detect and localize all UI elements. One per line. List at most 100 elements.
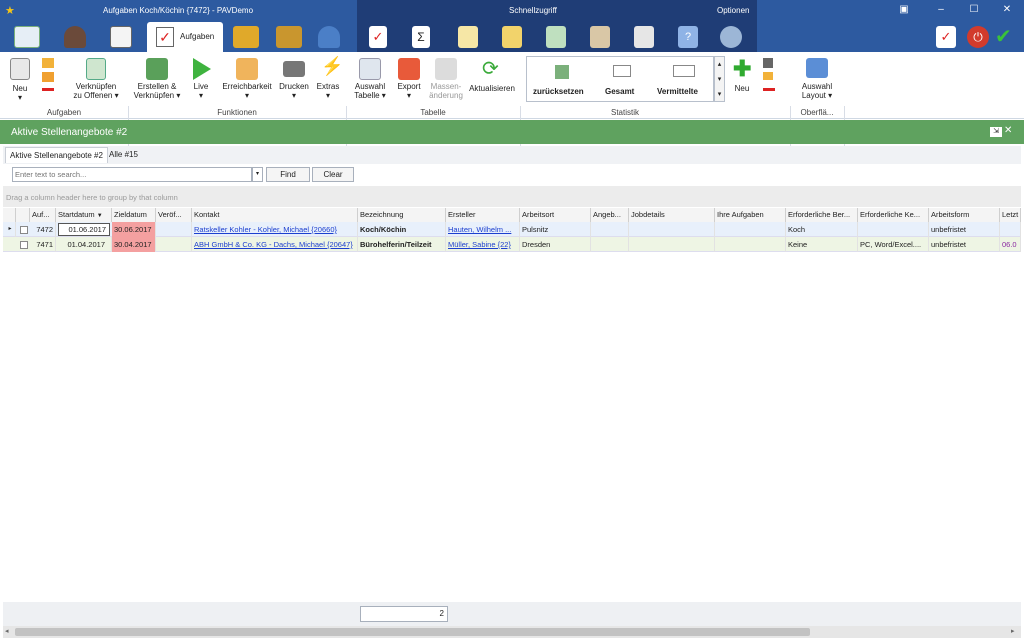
remove-icon[interactable] <box>763 88 775 91</box>
row-checkbox[interactable] <box>20 241 28 249</box>
row-count: 2 <box>360 606 448 622</box>
column-header[interactable]: Bezeichnung <box>358 208 446 222</box>
panel-close-icon[interactable]: ✕ <box>1004 125 1012 136</box>
zuruecksetzen-button[interactable]: zurücksetzen <box>533 87 584 96</box>
group-by-area[interactable]: Drag a column header here to group by th… <box>3 186 1021 207</box>
coins-icon[interactable] <box>233 26 259 48</box>
scroll-left-icon[interactable]: ◂ <box>5 627 9 635</box>
refresh-list-icon[interactable] <box>546 26 566 48</box>
creator-link[interactable]: Hauten, Wilhelm ... <box>446 222 520 237</box>
vermittelte-button[interactable]: Vermittelte <box>657 87 698 96</box>
cell-id: 7471 <box>30 237 56 252</box>
tab-alle[interactable]: Alle #15 <box>105 147 142 163</box>
person-icon[interactable] <box>64 26 86 48</box>
zu-offenen-label: zu Offenen <box>73 91 113 100</box>
cell-letzt: 06.0 <box>1000 237 1021 252</box>
column-header[interactable]: Zieldatum <box>112 208 156 222</box>
start-date-editor[interactable]: 01.06.2017 <box>58 223 110 236</box>
help-icon[interactable]: ? <box>678 26 698 48</box>
column-header[interactable]: Angeb... <box>591 208 629 222</box>
live-button[interactable]: Live ▾ <box>186 82 216 100</box>
column-header[interactable]: Erforderliche Ke... <box>858 208 929 222</box>
settings-gear-icon[interactable] <box>720 26 742 48</box>
note-icon[interactable] <box>458 26 478 48</box>
aktualisieren-button[interactable]: Aktualisieren <box>466 84 518 93</box>
tab-aufgaben[interactable]: ✓ Aufgaben <box>147 22 223 53</box>
auswahl-layout-button[interactable]: Auswahl Layout ▾ <box>796 82 838 100</box>
panel-header: Aktive Stellenangebote #2 ⇲ ✕ <box>0 120 1024 144</box>
copy-icon[interactable] <box>42 72 54 82</box>
tab-aktive-stellenangebote[interactable]: Aktive Stellenangebote #2 <box>5 147 108 163</box>
report-icon[interactable] <box>502 26 522 48</box>
link-task-icon <box>86 58 106 80</box>
lightning-icon: ⚡ <box>321 56 344 76</box>
scrollbar-thumb[interactable] <box>15 628 810 636</box>
column-header[interactable]: Erforderliche Ber... <box>786 208 858 222</box>
calendar-icon[interactable] <box>14 26 40 48</box>
row-checkbox[interactable] <box>20 226 28 234</box>
close-button[interactable]: ✕ <box>999 3 1015 17</box>
edit-icon[interactable] <box>763 72 773 80</box>
power-icon[interactable]: ⏻ <box>967 26 989 48</box>
live-label: Live <box>193 82 209 91</box>
neu2-button[interactable]: Neu <box>728 84 756 93</box>
save-icon[interactable] <box>763 58 773 68</box>
scroll-right-icon[interactable]: ▸ <box>1011 627 1015 635</box>
maximize-button[interactable]: ☐ <box>966 3 982 17</box>
edit-list-icon[interactable] <box>590 26 610 48</box>
group-label-aufgaben: Aufgaben <box>46 108 82 117</box>
date-icon[interactable] <box>110 26 132 48</box>
auswahl-tabelle-button[interactable]: Auswahl Tabelle ▾ <box>350 82 390 100</box>
search-input[interactable] <box>12 167 252 182</box>
column-header[interactable]: Arbeitsform <box>929 208 1000 222</box>
ribbon: Neu ▾ Verknüpfen zu Offenen ▾ Aufgaben Ers… <box>0 52 1024 169</box>
cell-zieldatum: 30.04.2017 <box>112 237 156 252</box>
column-header[interactable]: Veröf... <box>156 208 192 222</box>
contact-link[interactable]: Ratskeller Kohler - Kohler, Michael {206… <box>192 222 358 237</box>
gesamt-button[interactable]: Gesamt <box>605 87 634 96</box>
find-button[interactable]: Find <box>266 167 310 182</box>
pencil-icon[interactable] <box>42 58 54 68</box>
options-label[interactable]: Optionen <box>717 6 749 15</box>
tabelle-label: Tabelle <box>354 91 380 100</box>
cell-bezeichnung: Koch/Köchin <box>358 222 446 237</box>
task-icon[interactable]: ✓ <box>369 26 387 48</box>
creator-link[interactable]: Müller, Sabine {22} <box>446 237 520 252</box>
horizontal-scrollbar[interactable]: ◂ ▸ <box>3 626 1021 638</box>
user-icon[interactable] <box>318 26 340 48</box>
column-header[interactable]: Ihre Aufgaben <box>715 208 786 222</box>
column-header[interactable]: Arbeitsort <box>520 208 591 222</box>
quick-access-label: Schnellzugriff <box>509 6 557 15</box>
new-task-icon <box>10 58 30 80</box>
box-icon[interactable] <box>276 26 302 48</box>
column-header[interactable]: Kontakt <box>192 208 358 222</box>
checklist-icon[interactable] <box>634 26 654 48</box>
verknuepfen-button[interactable]: Verknüpfen zu Offenen ▾ <box>70 82 122 100</box>
total-stat-icon <box>613 65 631 77</box>
sum-icon[interactable]: Σ <box>412 26 430 48</box>
cell-zieldatum: 30.06.2017 <box>112 222 156 237</box>
column-header[interactable]: Jobdetails <box>629 208 715 222</box>
column-header[interactable]: Auf... <box>30 208 56 222</box>
massenaenderung-button[interactable]: Massen-änderung <box>428 82 464 100</box>
pin-icon[interactable]: ⇲ <box>990 127 1002 137</box>
column-header[interactable]: Startdatum ▼ <box>56 208 112 222</box>
bulk-edit-icon <box>435 58 457 80</box>
task-done-icon[interactable]: ✓ <box>936 26 956 48</box>
search-dropdown-icon[interactable]: ▾ <box>252 167 263 182</box>
column-header[interactable]: Letzt <box>1000 208 1021 222</box>
neu-button[interactable]: Neu ▾ <box>6 84 34 102</box>
checkmark-icon[interactable]: ✔ <box>995 24 1012 49</box>
minimize-button[interactable]: – <box>933 3 949 17</box>
export-button[interactable]: Export ▾ <box>392 82 426 100</box>
restore-layout-icon[interactable]: ▣ <box>896 3 912 17</box>
column-header[interactable]: Ersteller <box>446 208 520 222</box>
drucken-button[interactable]: Drucken ▾ <box>276 82 312 100</box>
contact-link[interactable]: ABH GmbH & Co. KG - Dachs, Michael {2064… <box>192 237 358 252</box>
clear-button[interactable]: Clear <box>312 167 354 182</box>
delete-icon[interactable] <box>42 88 54 91</box>
extras-button[interactable]: Extras ▾ <box>313 82 343 100</box>
erstellen-button[interactable]: Erstellen & Verknüpfen ▾ <box>130 82 184 100</box>
erreichbarkeit-button[interactable]: Erreichbarkeit ▾ <box>220 82 274 100</box>
gallery-scroll[interactable]: ▴ ▾ ▾ <box>714 56 725 102</box>
